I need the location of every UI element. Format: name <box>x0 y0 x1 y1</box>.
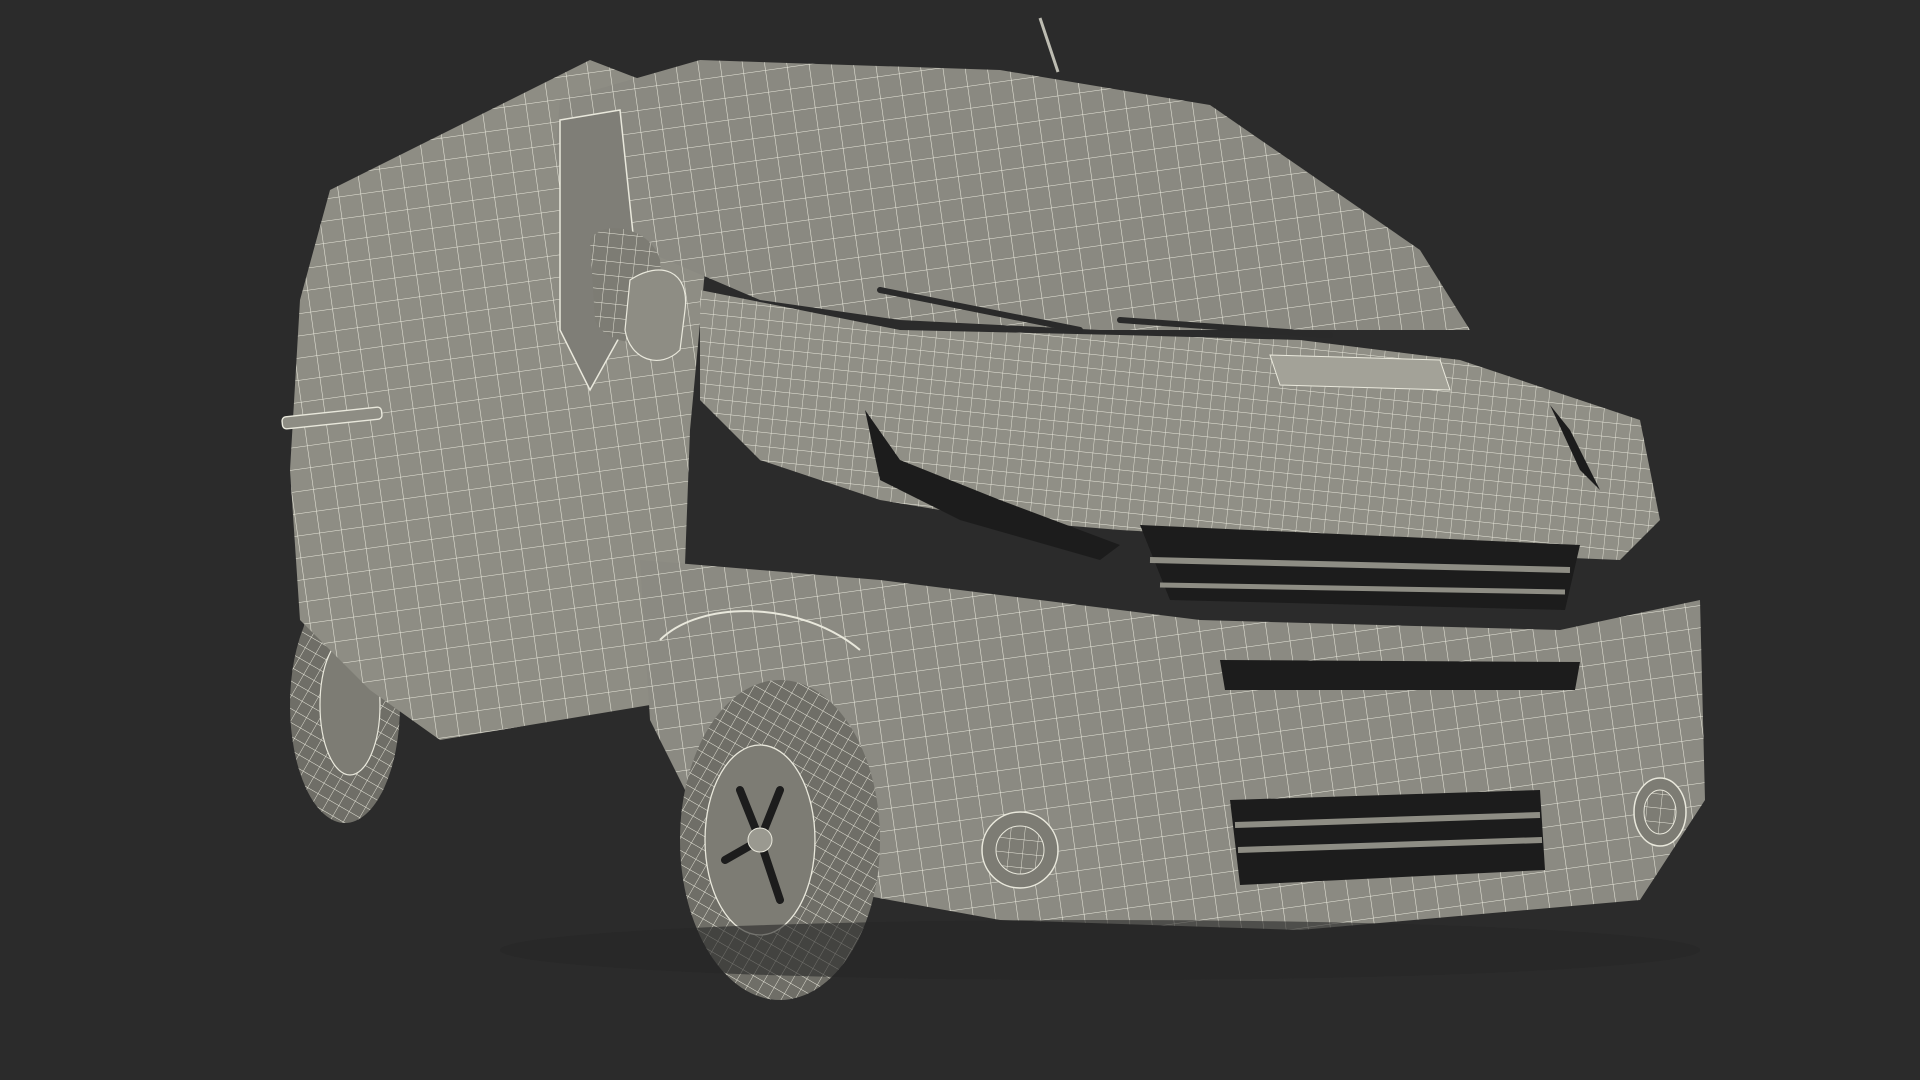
render-viewport <box>0 0 1920 1080</box>
right-fog-light <box>1633 777 1687 847</box>
hood <box>700 290 1660 560</box>
van-wireframe-icon <box>281 17 1705 1000</box>
antenna <box>1038 17 1060 73</box>
left-fog-light <box>981 811 1059 889</box>
ground-shadow <box>500 920 1700 980</box>
